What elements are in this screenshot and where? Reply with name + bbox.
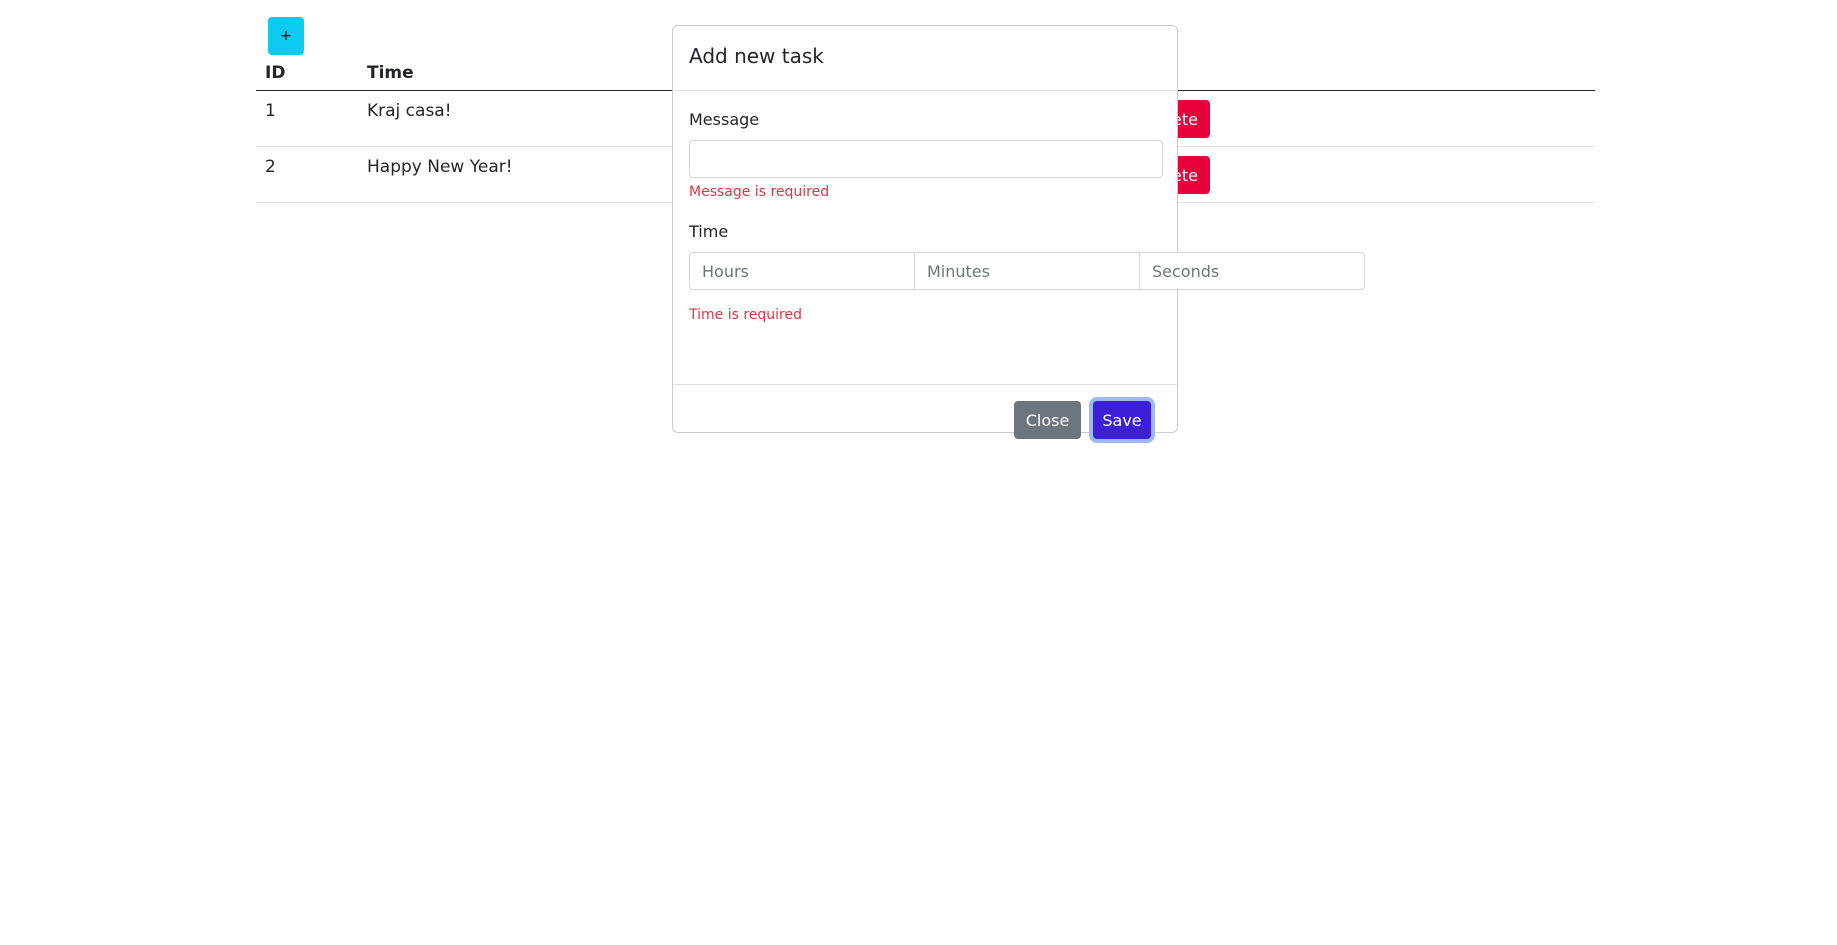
row-id: 2	[265, 157, 276, 177]
hours-input[interactable]	[689, 252, 915, 290]
minutes-input[interactable]	[914, 252, 1140, 290]
time-input-group	[689, 252, 1365, 290]
add-task-modal: Add new task Message Message is required…	[672, 25, 1365, 439]
close-button[interactable]: Close	[1014, 401, 1081, 439]
message-error: Message is required	[689, 184, 830, 200]
time-label: Time	[689, 222, 729, 241]
modal-body: Message Message is required Time Time is…	[673, 91, 1365, 384]
modal-header: Add new task	[673, 26, 1177, 91]
time-error: Time is required	[689, 307, 803, 323]
column-header-id: ID	[265, 63, 286, 83]
modal-title: Add new task	[689, 44, 824, 68]
modal-footer: Close Save	[673, 384, 1177, 439]
message-input[interactable]	[689, 140, 1163, 178]
save-button[interactable]: Save	[1093, 401, 1151, 439]
row-message: Kraj casa!	[367, 101, 452, 121]
column-header-time: Time	[367, 63, 414, 83]
row-message: Happy New Year!	[367, 157, 513, 177]
page: + ID Time 1 Kraj casa! ete 2 Happy New Y…	[0, 0, 1837, 945]
seconds-input[interactable]	[1139, 252, 1365, 290]
message-label: Message	[689, 110, 760, 129]
add-task-button[interactable]: +	[268, 17, 304, 55]
row-id: 1	[265, 101, 276, 121]
